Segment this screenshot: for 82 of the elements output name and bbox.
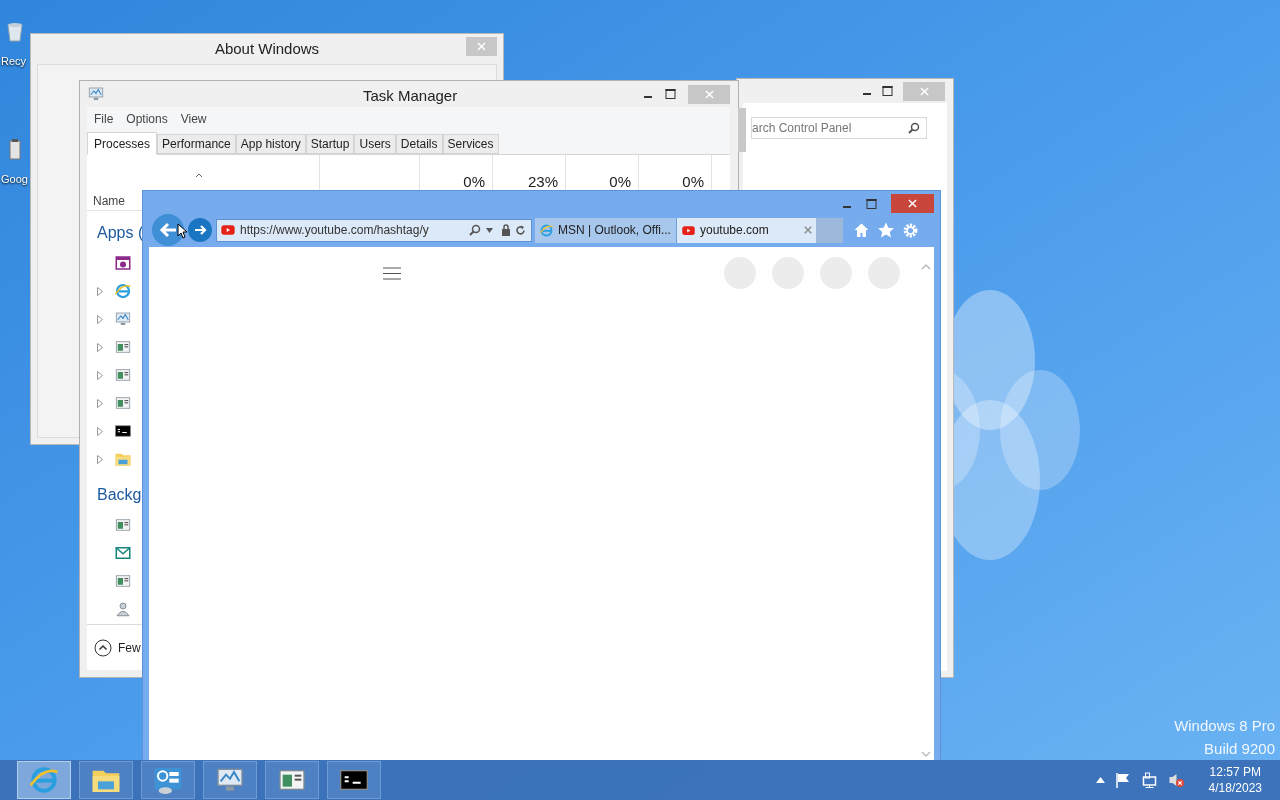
ie-icon: [28, 764, 60, 796]
expand-arrow-icon[interactable]: [97, 398, 103, 408]
edition-text: Windows 8 Pro: [1174, 716, 1275, 736]
tab[interactable]: Processes: [87, 132, 158, 155]
scroll-down-icon[interactable]: [921, 751, 931, 758]
expand-arrow-icon[interactable]: [97, 314, 103, 324]
forward-button[interactable]: [188, 218, 212, 242]
lock-icon: [501, 224, 511, 236]
menu-item[interactable]: Options: [126, 110, 168, 128]
tab[interactable]: Details: [395, 134, 443, 154]
expand-arrow-icon[interactable]: [97, 286, 103, 296]
monitor-icon: [114, 310, 132, 328]
desktop-icon-label[interactable]: Recy: [1, 54, 27, 68]
tab[interactable]: App history: [235, 134, 306, 154]
window-title: Task Manager: [363, 86, 458, 106]
tab[interactable]: Startup: [305, 134, 355, 154]
flag-icon[interactable]: [1114, 772, 1131, 788]
search-icon: [908, 122, 920, 134]
tab[interactable]: Services: [442, 134, 499, 154]
column-header[interactable]: Name: [93, 192, 125, 210]
column-reading[interactable]: 0%: [682, 173, 704, 190]
tab[interactable]: Users: [354, 134, 396, 154]
desktop-icon-label[interactable]: Goog: [1, 172, 28, 186]
close-icon[interactable]: [804, 226, 812, 234]
speaker-muted-icon[interactable]: [1167, 772, 1185, 788]
window-icon: [114, 338, 132, 356]
back-button[interactable]: [152, 214, 184, 246]
close-button[interactable]: [466, 37, 497, 56]
taskbar-button[interactable]: [141, 761, 195, 799]
search-field[interactable]: arch Control Panel: [751, 117, 927, 139]
home-icon[interactable]: [853, 222, 870, 238]
taskbar-button[interactable]: [327, 761, 381, 799]
window-icon: [114, 366, 132, 384]
clock[interactable]: 12:57 PM 4/18/2023: [1208, 764, 1262, 796]
refresh-icon[interactable]: [515, 224, 526, 236]
search-icon[interactable]: [468, 224, 482, 236]
cursor-icon: [177, 223, 187, 239]
taskbar-button[interactable]: [265, 761, 319, 799]
window-title: About Windows: [214, 38, 320, 59]
tab[interactable]: Performance: [157, 134, 236, 154]
ie-icon: [114, 282, 132, 300]
close-icon: [908, 199, 917, 208]
close-icon: [477, 42, 486, 51]
collapse-icon[interactable]: [94, 638, 112, 657]
column-reading[interactable]: 0%: [463, 173, 485, 190]
ie-icon: [539, 222, 554, 238]
column-reading[interactable]: 0%: [609, 173, 631, 190]
arrow-right-icon: [193, 224, 207, 236]
column-reading[interactable]: 23%: [527, 173, 558, 190]
sort-caret-icon: [195, 173, 203, 178]
fewer-details-link[interactable]: Few: [118, 638, 141, 657]
address-bar[interactable]: https://www.youtube.com/hashtag/y: [216, 218, 532, 242]
menu-item[interactable]: File: [94, 110, 114, 128]
settings-icon[interactable]: [902, 221, 919, 239]
menu-item[interactable]: View: [180, 110, 207, 128]
expand-arrow-icon[interactable]: [97, 342, 103, 352]
expand-arrow-icon[interactable]: [97, 454, 103, 464]
close-icon: [704, 89, 714, 99]
console-icon: [114, 422, 132, 440]
group-header: Backg: [97, 485, 142, 505]
taskbar-button[interactable]: [203, 761, 257, 799]
close-icon: [919, 86, 929, 96]
expand-arrow-icon[interactable]: [97, 426, 103, 436]
maximize-icon[interactable]: [866, 198, 877, 209]
play-icon: [220, 222, 236, 238]
network-icon[interactable]: [1140, 772, 1158, 788]
menu-icon[interactable]: [383, 267, 401, 280]
chevron-up-icon[interactable]: [1095, 777, 1105, 783]
scrollbar-thumb[interactable]: [738, 108, 746, 152]
close-button[interactable]: [891, 194, 934, 213]
maximize-icon[interactable]: [882, 86, 893, 96]
window-icon: [114, 394, 132, 412]
maximize-icon[interactable]: [665, 89, 676, 99]
edition-text: Build 9200: [1204, 739, 1275, 759]
browser-tab[interactable]: MSN | Outlook, Offi...: [535, 217, 677, 243]
dropdown-caret-icon[interactable]: [486, 227, 493, 233]
browser-tab[interactable]: youtube.com: [677, 217, 816, 243]
star-icon[interactable]: [877, 221, 895, 239]
arrow-left-icon: [159, 222, 177, 238]
monitor-icon: [87, 85, 105, 103]
scroll-up-icon[interactable]: [921, 263, 931, 270]
expand-arrow-icon[interactable]: [97, 370, 103, 380]
